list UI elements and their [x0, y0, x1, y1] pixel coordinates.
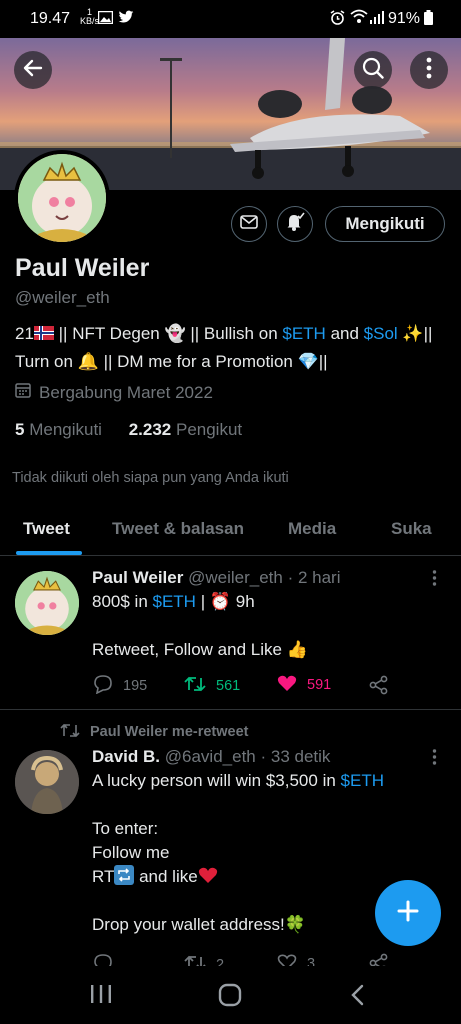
following-button[interactable]: Mengikuti — [325, 206, 445, 242]
tweet-body: 800$ in $ETH | ⏰ 9h Retweet, Follow and … — [92, 592, 308, 659]
signal-icon — [370, 10, 384, 29]
home-icon — [218, 983, 242, 1011]
search-button[interactable] — [354, 51, 392, 89]
twitter-bird-icon — [118, 10, 134, 29]
retweet-icon — [184, 953, 206, 966]
tweet-item[interactable]: Paul Weiler @weiler_eth · 2 hari 800$ in… — [0, 556, 461, 710]
like-button[interactable]: 3 — [277, 953, 315, 966]
back-button[interactable] — [14, 51, 52, 89]
retweet-button[interactable]: 561 — [184, 674, 240, 698]
joined-date: Bergabung Maret 2022 — [15, 382, 213, 403]
gallery-icon — [97, 10, 114, 29]
more-vertical-icon — [426, 57, 432, 84]
profile-tabs: Tweet Tweet & balasan Media Suka — [0, 505, 461, 556]
tweet-header: Paul Weiler @weiler_eth · 2 hari — [92, 568, 340, 588]
alarm-clock-icon: ⏰ — [209, 592, 232, 611]
tab-media[interactable]: Media — [288, 519, 336, 539]
repeat-emoji-icon — [114, 865, 135, 886]
tweet-more-button[interactable] — [432, 749, 437, 765]
status-bar: 19.47 1 KB/s 91% — [0, 0, 461, 38]
heart-icon — [277, 674, 297, 696]
eth-cashtag-link[interactable]: $ETH — [153, 592, 196, 611]
followers-link[interactable]: 2.232 Pengikut — [129, 420, 242, 439]
tweet-author-name[interactable]: David B. — [92, 747, 160, 766]
reply-icon — [93, 674, 113, 698]
tab-tweet[interactable]: Tweet — [23, 519, 70, 539]
tweet-avatar[interactable] — [15, 571, 79, 635]
tweet-author-handle: @weiler_eth — [188, 568, 283, 587]
clover-icon: 🍀 — [284, 915, 306, 934]
system-back-button[interactable] — [350, 984, 364, 1011]
recent-apps-button[interactable] — [90, 984, 112, 1009]
retweet-context: Paul Weiler me-retweet — [60, 722, 249, 742]
eth-cashtag-link[interactable]: $ETH — [341, 771, 384, 790]
profile-handle: @weiler_eth — [15, 288, 110, 307]
tweet-avatar[interactable] — [15, 750, 79, 814]
plus-icon — [396, 899, 420, 928]
reply-button[interactable] — [93, 953, 113, 966]
retweet-icon — [184, 674, 206, 698]
ghost-icon: 👻 — [164, 324, 186, 343]
following-link[interactable]: 5 Mengikuti — [15, 420, 102, 439]
diamond-icon: 💎 — [297, 352, 319, 371]
net-speed: 1 KB/s — [80, 7, 100, 26]
calendar-icon — [15, 382, 31, 403]
share-icon — [369, 675, 389, 699]
profile-bio: 21 || NFT Degen 👻 || Bullish on $ETH and… — [15, 324, 433, 371]
retweet-icon — [60, 722, 80, 742]
tweet-time: · 2 hari — [287, 568, 341, 587]
bell-emoji-icon: 🔔 — [77, 352, 99, 371]
status-time: 19.47 — [30, 10, 71, 27]
compose-tweet-button[interactable] — [375, 880, 441, 946]
back-arrow-icon — [22, 57, 44, 84]
tweet-body: A lucky person will win $3,500 in $ETH T… — [92, 771, 384, 934]
heart-outline-icon — [277, 953, 297, 966]
wifi-icon — [350, 9, 368, 30]
tweet-author-name[interactable]: Paul Weiler — [92, 568, 183, 587]
recent-apps-icon — [90, 985, 112, 1008]
notifications-button[interactable] — [277, 206, 313, 242]
tab-likes[interactable]: Suka — [391, 519, 432, 539]
mail-icon — [240, 214, 258, 234]
profile-name: Paul Weiler — [15, 254, 150, 282]
follow-stats: 5 Mengikuti 2.232 Pengikut — [15, 420, 242, 440]
profile-avatar[interactable] — [14, 150, 110, 246]
more-vertical-icon — [432, 749, 437, 769]
eth-cashtag-link[interactable]: $ETH — [282, 324, 325, 343]
chevron-left-icon — [350, 984, 364, 1010]
share-button[interactable] — [369, 953, 389, 966]
alarm-icon — [330, 10, 345, 30]
more-options-button[interactable] — [410, 51, 448, 89]
home-button[interactable] — [218, 983, 242, 1012]
system-nav-bar — [0, 966, 461, 1024]
message-button[interactable] — [231, 206, 267, 242]
active-tab-indicator — [16, 551, 82, 555]
tweet-more-button[interactable] — [432, 570, 437, 586]
norway-flag-icon — [33, 324, 54, 343]
tab-tweets-replies[interactable]: Tweet & balasan — [112, 519, 244, 539]
search-icon — [362, 57, 384, 84]
more-vertical-icon — [432, 570, 437, 590]
share-button[interactable] — [369, 675, 389, 700]
sparkles-icon: ✨ — [402, 324, 424, 343]
tweet-time: · 33 detik — [260, 747, 331, 766]
red-heart-icon — [198, 867, 218, 886]
battery-icon — [424, 10, 433, 30]
tweet-header: David B. @6avid_eth · 33 detik — [92, 747, 330, 767]
like-button[interactable]: 591 — [277, 674, 331, 696]
not-followed-notice: Tidak diikuti oleh siapa pun yang Anda i… — [12, 470, 289, 486]
bell-check-icon — [285, 212, 305, 237]
battery-percent: 91% — [388, 10, 421, 27]
sol-cashtag-link[interactable]: $Sol — [364, 324, 398, 343]
retweet-button[interactable]: 2 — [184, 953, 224, 966]
reply-button[interactable]: 195 — [93, 674, 147, 698]
thumbs-up-icon: 👍 — [286, 640, 308, 659]
tweet-author-handle: @6avid_eth — [164, 747, 256, 766]
